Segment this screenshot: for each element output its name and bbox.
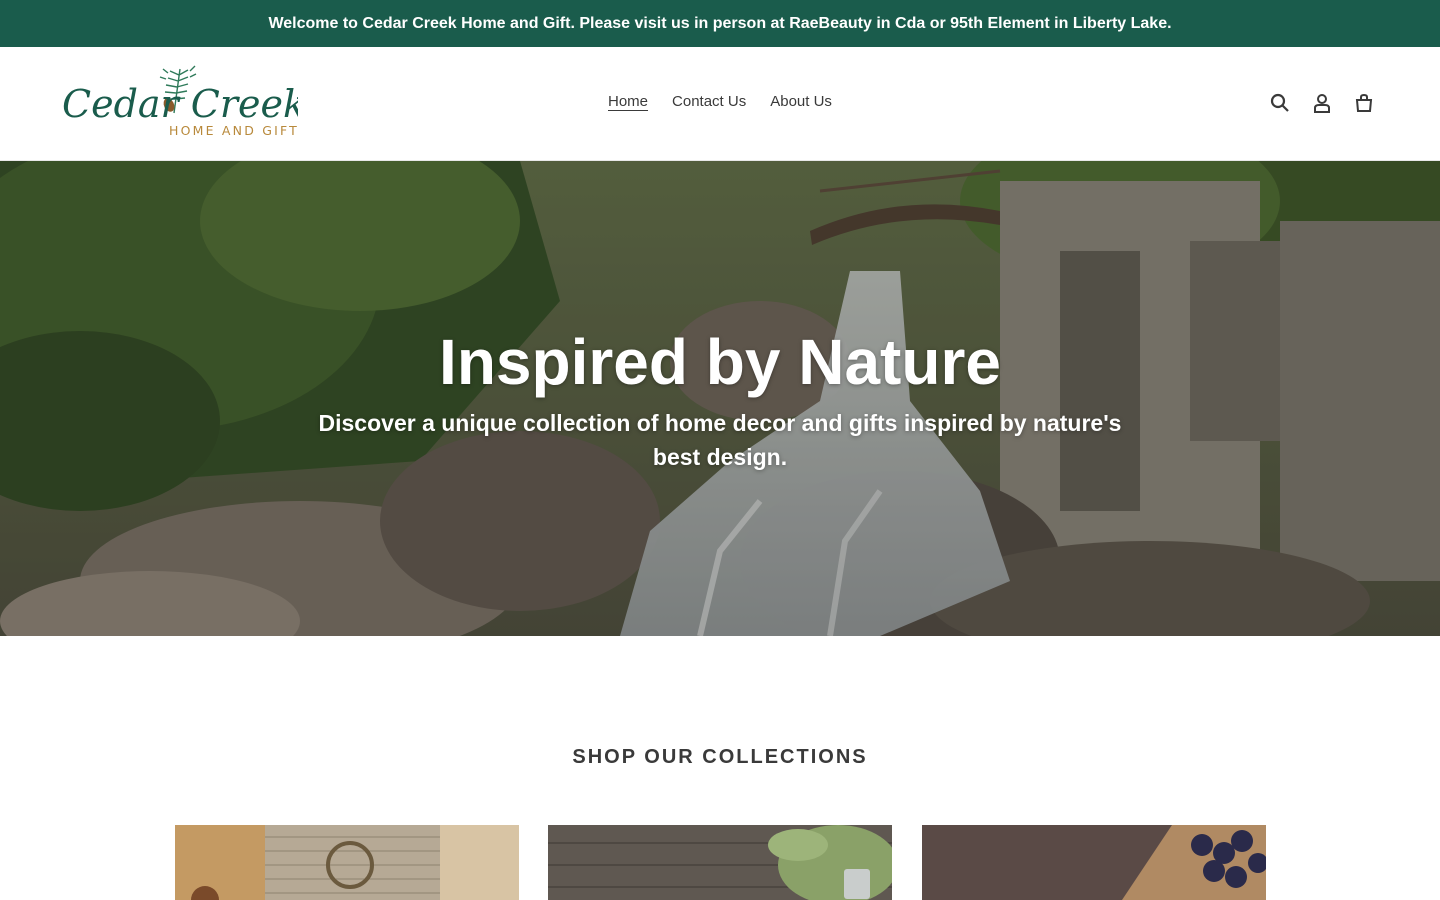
hero-banner: Inspired by Nature Discover a unique col… — [0, 161, 1440, 636]
account-icon[interactable] — [1310, 91, 1334, 115]
announcement-text: Welcome to Cedar Creek Home and Gift. Pl… — [268, 14, 1172, 32]
search-icon[interactable] — [1268, 91, 1292, 115]
collection-image-1 — [175, 825, 519, 900]
main-nav: Home Contact Us About Us — [608, 93, 832, 110]
nav-link-about-us[interactable]: About Us — [770, 93, 832, 110]
collection-card-2[interactable] — [548, 825, 892, 900]
logo-main-text: Cedar Creek — [62, 82, 298, 126]
site-header: Cedar Creek HOME AND GIFT Home Contact U… — [0, 47, 1440, 161]
logo-tagline: HOME AND GIFT — [169, 123, 298, 138]
nav-link-home[interactable]: Home — [608, 93, 648, 110]
collection-card-1[interactable] — [175, 825, 519, 900]
collections-heading: SHOP OUR COLLECTIONS — [572, 746, 868, 768]
collection-card-3[interactable] — [922, 825, 1266, 900]
header-icons — [1268, 91, 1376, 115]
hero-subtitle: Discover a unique collection of home dec… — [318, 410, 1122, 470]
collection-image-2 — [548, 825, 892, 900]
announcement-bar: Welcome to Cedar Creek Home and Gift. Pl… — [0, 0, 1440, 47]
hero-title: Inspired by Nature — [439, 326, 1001, 398]
cart-icon[interactable] — [1352, 91, 1376, 115]
collection-image-3 — [922, 825, 1266, 900]
nav-link-contact-us[interactable]: Contact Us — [672, 93, 746, 110]
site-logo[interactable]: Cedar Creek HOME AND GIFT — [62, 65, 298, 139]
